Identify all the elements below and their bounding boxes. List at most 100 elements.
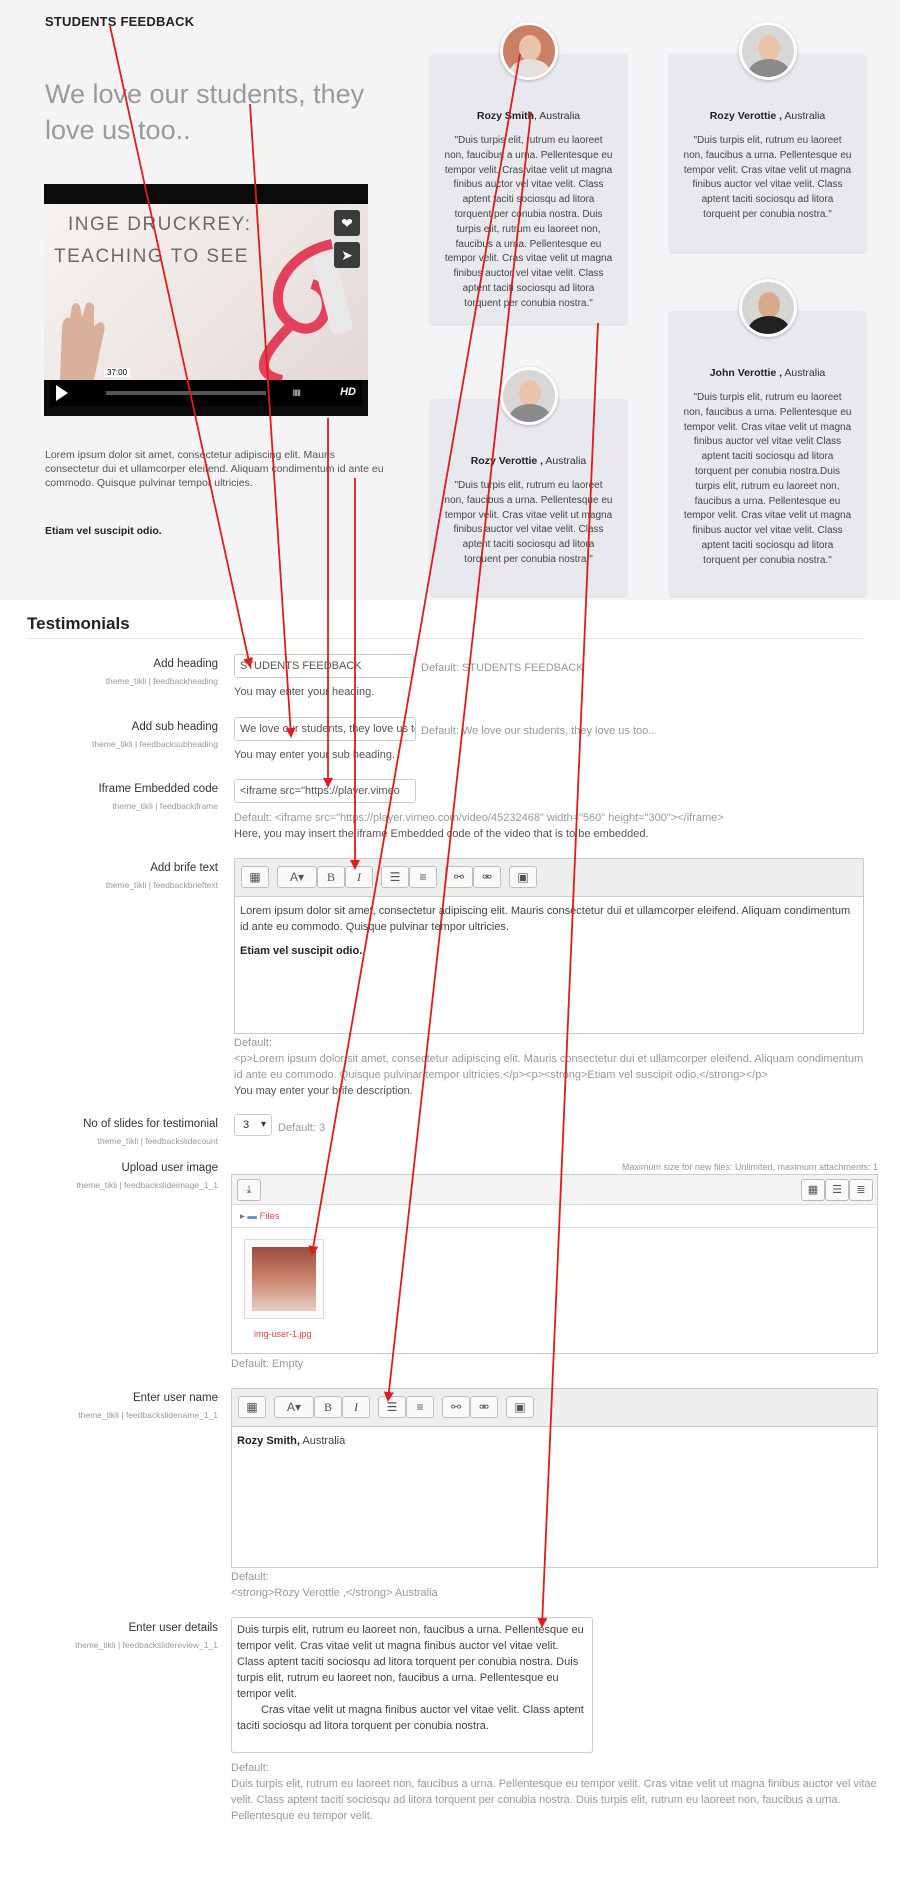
username-rest: Australia xyxy=(299,1435,346,1447)
download-icon[interactable]: ⤓ xyxy=(237,1179,261,1201)
details-meta: theme_tikli | feedbackslidereview_1_1 xyxy=(74,1640,218,1650)
testimonial-quote: "Duis turpis elit, rutrum eu laoreet non… xyxy=(683,135,852,220)
play-icon[interactable] xyxy=(56,385,68,401)
toolbar-toggle-icon[interactable]: ▦ xyxy=(241,866,269,888)
toolbar-toggle-icon[interactable]: ▦ xyxy=(238,1396,266,1418)
subheading-note: You may enter your sub heading. xyxy=(234,749,396,761)
details-default-label: Default: xyxy=(231,1762,269,1774)
file-name[interactable]: img-user-1.jpg xyxy=(254,1329,312,1339)
brief-editor[interactable]: Lorem ipsum dolor sit amet, consectetur … xyxy=(234,896,864,1034)
heading-label: Add heading xyxy=(153,658,218,670)
brief-note: You may enter your brife description. xyxy=(234,1085,413,1097)
bullet-list-icon[interactable]: ☰ xyxy=(381,866,409,888)
testimonial-quote: "Duis turpis elit, rutrum eu laoreet non… xyxy=(683,392,852,566)
preview-bold-text: Etiam vel suscipit odio. xyxy=(45,525,162,537)
testimonial-preview: STUDENTS FEEDBACK We love our students, … xyxy=(0,0,900,600)
video-title-line2: TEACHING TO SEE xyxy=(54,246,249,267)
italic-button[interactable]: I xyxy=(345,866,373,888)
video-time: 37:00 xyxy=(104,368,131,377)
hand-graphic xyxy=(60,302,105,380)
video-player[interactable]: INGE DRUCKREY: TEACHING TO SEE ❤ ➤ 37:00… xyxy=(44,184,368,416)
testimonial-card: Rozy Verottie , Australia "Duis turpis e… xyxy=(430,367,627,596)
subheading-meta: theme_tikli | feedbacksubheading xyxy=(91,739,218,749)
avatar xyxy=(738,279,797,337)
files-folder[interactable]: ▸ ▬ Files xyxy=(240,1211,280,1222)
bold-button[interactable]: B xyxy=(314,1396,342,1418)
iframe-note: Here, you may insert the iframe Embedded… xyxy=(234,828,649,840)
slides-default: Default: 3 xyxy=(278,1122,326,1134)
file-picker-toolbar: ⤓ ▦ ☰ ≣ xyxy=(232,1175,877,1205)
brief-label: Add brife text xyxy=(150,862,218,874)
like-icon[interactable]: ❤ xyxy=(334,210,360,236)
font-style-icon[interactable]: A▾ xyxy=(277,866,317,888)
bullet-list-icon[interactable]: ☰ xyxy=(378,1396,406,1418)
share-icon[interactable]: ➤ xyxy=(334,242,360,268)
folder-icon: ▬ xyxy=(247,1211,257,1222)
upload-meta: theme_tikli | feedbackslideimage_1_1 xyxy=(76,1180,218,1190)
details-default-value: Duis turpis elit, rutrum eu laoreet non,… xyxy=(231,1778,877,1822)
heading-default: Default: STUDENTS FEEDBACK xyxy=(421,662,584,674)
brief-default-value: <p>Lorem ipsum dolor sit amet, consectet… xyxy=(234,1053,864,1081)
italic-button[interactable]: I xyxy=(342,1396,370,1418)
upload-max-size: Maximum size for new files: Unlimited, m… xyxy=(621,1162,878,1172)
file-thumbnail[interactable] xyxy=(244,1239,324,1319)
list-view-icon[interactable]: ☰ xyxy=(825,1179,849,1201)
testimonial-name: Rozy Verottie , Australia xyxy=(470,455,587,467)
details-label: Enter user details xyxy=(128,1622,219,1634)
iframe-meta: theme_tikli | feedbackiframe xyxy=(112,801,218,811)
username-bold: Rozy Smith, xyxy=(237,1435,300,1447)
username-editor[interactable]: Rozy Smith, Australia xyxy=(231,1426,878,1568)
avatar xyxy=(738,22,797,80)
tree-view-icon[interactable]: ≣ xyxy=(849,1179,873,1201)
testimonial-name: Rozy Verottie , Australia xyxy=(709,110,826,122)
iframe-input[interactable]: <iframe src="https://player.vimeo xyxy=(234,779,416,803)
preview-heading: STUDENTS FEEDBACK xyxy=(45,14,195,29)
slides-meta: theme_tikli | feedbackslidecount xyxy=(97,1136,218,1146)
heading-meta: theme_tikli | feedbackheading xyxy=(105,676,218,686)
testimonial-name: John Verottie , Australia xyxy=(709,367,826,379)
font-style-icon[interactable]: A▾ xyxy=(274,1396,314,1418)
details-text: Duis turpis elit, rutrum eu laoreet non,… xyxy=(237,1624,584,1700)
preview-body-text: Lorem ipsum dolor sit amet, consectetur … xyxy=(45,449,384,489)
image-icon[interactable]: ▣ xyxy=(509,866,537,888)
username-default-label: Default: xyxy=(231,1571,269,1583)
testimonial-card: John Verottie , Australia "Duis turpis e… xyxy=(669,279,866,596)
image-icon[interactable]: ▣ xyxy=(506,1396,534,1418)
username-default-value: <strong>Rozy Verottie ,</strong> Austral… xyxy=(231,1587,438,1599)
numbered-list-icon[interactable]: ≡ xyxy=(409,866,437,888)
link-icon[interactable]: ⚯ xyxy=(442,1396,470,1418)
volume-icon[interactable]: IIIII xyxy=(292,388,300,398)
heading-note: You may enter your heading. xyxy=(234,686,375,698)
bold-button[interactable]: B xyxy=(317,866,345,888)
link-icon[interactable]: ⚯ xyxy=(445,866,473,888)
file-picker: ⤓ ▦ ☰ ≣ ▸ ▬ Files img-user-1.jpg xyxy=(231,1174,878,1354)
brief-editor-text: Lorem ipsum dolor sit amet, consectetur … xyxy=(240,905,851,933)
upload-default: Default: Empty xyxy=(231,1358,304,1370)
iframe-label: Iframe Embedded code xyxy=(98,783,218,795)
avatar xyxy=(499,367,558,425)
video-progress-track[interactable] xyxy=(106,391,266,395)
hd-icon[interactable]: HD xyxy=(340,386,356,398)
testimonial-quote: "Duis turpis elit, rutrum eu laoreet non… xyxy=(444,480,613,565)
upload-label: Upload user image xyxy=(121,1162,218,1174)
brief-editor-bold: Etiam vel suscipit odio. xyxy=(240,945,363,957)
section-divider xyxy=(27,638,863,639)
unlink-icon[interactable]: ⚮ xyxy=(473,866,501,888)
testimonial-name: Rozy Smith, Australia xyxy=(476,110,581,122)
brief-meta: theme_tikli | feedbackbrieftext xyxy=(105,880,218,890)
subheading-input[interactable]: We love our students, they love us too.. xyxy=(234,717,416,741)
avatar xyxy=(499,22,558,80)
slides-select[interactable]: 3 xyxy=(234,1114,272,1136)
details-text-2: Cras vitae velit ut magna finibus auctor… xyxy=(237,1704,584,1732)
numbered-list-icon[interactable]: ≡ xyxy=(406,1396,434,1418)
brief-default-label: Default: xyxy=(234,1037,272,1049)
iframe-default: Default: <iframe src="https://player.vim… xyxy=(234,812,724,824)
details-textarea[interactable]: Duis turpis elit, rutrum eu laoreet non,… xyxy=(231,1617,593,1753)
username-editor-toolbar: ▦ A▾ B I ☰ ≡ ⚯ ⚮ ▣ xyxy=(231,1388,878,1426)
testimonial-card: Rozy Smith, Australia "Duis turpis elit,… xyxy=(430,22,627,324)
heading-input[interactable]: STUDENTS FEEDBACK xyxy=(234,654,414,678)
unlink-icon[interactable]: ⚮ xyxy=(470,1396,498,1418)
username-meta: theme_tikli | feedbackslidename_1_1 xyxy=(78,1410,218,1420)
grid-view-icon[interactable]: ▦ xyxy=(801,1179,825,1201)
video-controls[interactable]: 37:00 IIIII HD xyxy=(50,368,362,406)
